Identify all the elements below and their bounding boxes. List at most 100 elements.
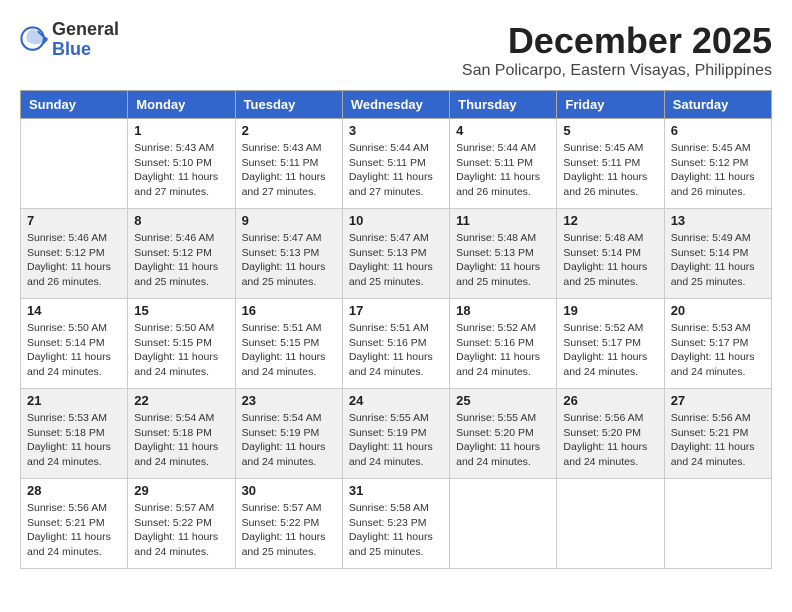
weekday-header-tuesday: Tuesday <box>235 91 342 119</box>
day-number: 20 <box>671 303 765 318</box>
week-row-3: 21 Sunrise: 5:53 AMSunset: 5:18 PMDayligh… <box>21 389 772 479</box>
week-row-2: 14 Sunrise: 5:50 AMSunset: 5:14 PMDayligh… <box>21 299 772 389</box>
calendar-cell: 21 Sunrise: 5:53 AMSunset: 5:18 PMDayligh… <box>21 389 128 479</box>
cell-content: Sunrise: 5:57 AMSunset: 5:22 PMDaylight:… <box>134 501 228 560</box>
day-number: 23 <box>242 393 336 408</box>
calendar-cell: 2Sunrise: 5:43 AMSunset: 5:11 PMDaylight… <box>235 119 342 209</box>
calendar-cell: 13Sunrise: 5:49 AMSunset: 5:14 PMDayligh… <box>664 209 771 299</box>
cell-content: Sunrise: 5:49 AMSunset: 5:14 PMDaylight:… <box>671 231 765 290</box>
day-number: 17 <box>349 303 443 318</box>
cell-content: Sunrise: 5:45 AMSunset: 5:12 PMDaylight:… <box>671 141 765 200</box>
cell-content: Sunrise: 5:55 AMSunset: 5:19 PMDaylight:… <box>349 411 443 470</box>
calendar-cell: 26 Sunrise: 5:56 AMSunset: 5:20 PMDayligh… <box>557 389 664 479</box>
calendar-cell: 9 Sunrise: 5:47 AMSunset: 5:13 PMDaylight… <box>235 209 342 299</box>
cell-content: Sunrise: 5:50 AMSunset: 5:14 PMDaylight:… <box>27 321 121 380</box>
location-title: San Policarpo, Eastern Visayas, Philippi… <box>462 62 772 80</box>
weekday-header-sunday: Sunday <box>21 91 128 119</box>
weekday-header-monday: Monday <box>128 91 235 119</box>
calendar-cell: 7 Sunrise: 5:46 AMSunset: 5:12 PMDaylight… <box>21 209 128 299</box>
calendar-cell: 19Sunrise: 5:52 AMSunset: 5:17 PMDayligh… <box>557 299 664 389</box>
cell-content: Sunrise: 5:54 AMSunset: 5:19 PMDaylight:… <box>242 411 336 470</box>
day-number: 15 <box>134 303 228 318</box>
cell-content: Sunrise: 5:51 AMSunset: 5:16 PMDaylight:… <box>349 321 443 380</box>
calendar-cell: 14 Sunrise: 5:50 AMSunset: 5:14 PMDayligh… <box>21 299 128 389</box>
day-number: 1 <box>134 123 228 138</box>
weekday-header-saturday: Saturday <box>664 91 771 119</box>
day-number: 14 <box>27 303 121 318</box>
calendar-cell: 18Sunrise: 5:52 AMSunset: 5:16 PMDayligh… <box>450 299 557 389</box>
calendar-cell: 15 Sunrise: 5:50 AMSunset: 5:15 PMDayligh… <box>128 299 235 389</box>
weekday-header-row: SundayMondayTuesdayWednesdayThursdayFrid… <box>21 91 772 119</box>
cell-content: Sunrise: 5:43 AMSunset: 5:10 PMDaylight:… <box>134 141 228 200</box>
day-number: 31 <box>349 483 443 498</box>
calendar-cell: 11Sunrise: 5:48 AMSunset: 5:13 PMDayligh… <box>450 209 557 299</box>
week-row-0: 1 Sunrise: 5:43 AMSunset: 5:10 PMDaylight… <box>21 119 772 209</box>
day-number: 10 <box>349 213 443 228</box>
day-number: 25 <box>456 393 550 408</box>
day-number: 30 <box>242 483 336 498</box>
day-number: 4 <box>456 123 550 138</box>
cell-content: Sunrise: 5:47 AMSunset: 5:13 PMDaylight:… <box>242 231 336 290</box>
day-number: 9 <box>242 213 336 228</box>
calendar-cell: 16 Sunrise: 5:51 AMSunset: 5:15 PMDayligh… <box>235 299 342 389</box>
calendar-cell: 8Sunrise: 5:46 AMSunset: 5:12 PMDaylight… <box>128 209 235 299</box>
cell-content: Sunrise: 5:43 AMSunset: 5:11 PMDaylight:… <box>242 141 336 200</box>
day-number: 29 <box>134 483 228 498</box>
cell-content: Sunrise: 5:44 AMSunset: 5:11 PMDaylight:… <box>349 141 443 200</box>
week-row-1: 7 Sunrise: 5:46 AMSunset: 5:12 PMDaylight… <box>21 209 772 299</box>
calendar-cell: 22 Sunrise: 5:54 AMSunset: 5:18 PMDayligh… <box>128 389 235 479</box>
day-number: 22 <box>134 393 228 408</box>
cell-content: Sunrise: 5:47 AMSunset: 5:13 PMDaylight:… <box>349 231 443 290</box>
cell-content: Sunrise: 5:51 AMSunset: 5:15 PMDaylight:… <box>242 321 336 380</box>
calendar-cell <box>21 119 128 209</box>
cell-content: Sunrise: 5:57 AMSunset: 5:22 PMDaylight:… <box>242 501 336 560</box>
cell-content: Sunrise: 5:55 AMSunset: 5:20 PMDaylight:… <box>456 411 550 470</box>
logo-line1: General <box>52 20 119 40</box>
day-number: 27 <box>671 393 765 408</box>
logo-icon <box>20 26 48 54</box>
weekday-header-friday: Friday <box>557 91 664 119</box>
cell-content: Sunrise: 5:53 AMSunset: 5:18 PMDaylight:… <box>27 411 121 470</box>
day-number: 8 <box>134 213 228 228</box>
day-number: 5 <box>563 123 657 138</box>
day-number: 26 <box>563 393 657 408</box>
calendar-cell: 31 Sunrise: 5:58 AMSunset: 5:23 PMDayligh… <box>342 479 449 569</box>
calendar-table: SundayMondayTuesdayWednesdayThursdayFrid… <box>20 90 772 569</box>
cell-content: Sunrise: 5:45 AMSunset: 5:11 PMDaylight:… <box>563 141 657 200</box>
calendar-cell: 12 Sunrise: 5:48 AMSunset: 5:14 PMDayligh… <box>557 209 664 299</box>
cell-content: Sunrise: 5:48 AMSunset: 5:14 PMDaylight:… <box>563 231 657 290</box>
calendar-cell: 3Sunrise: 5:44 AMSunset: 5:11 PMDaylight… <box>342 119 449 209</box>
calendar-cell: 4 Sunrise: 5:44 AMSunset: 5:11 PMDaylight… <box>450 119 557 209</box>
cell-content: Sunrise: 5:53 AMSunset: 5:17 PMDaylight:… <box>671 321 765 380</box>
cell-content: Sunrise: 5:54 AMSunset: 5:18 PMDaylight:… <box>134 411 228 470</box>
calendar-cell: 10 Sunrise: 5:47 AMSunset: 5:13 PMDayligh… <box>342 209 449 299</box>
day-number: 16 <box>242 303 336 318</box>
calendar-cell: 28Sunrise: 5:56 AMSunset: 5:21 PMDayligh… <box>21 479 128 569</box>
calendar-cell: 23 Sunrise: 5:54 AMSunset: 5:19 PMDayligh… <box>235 389 342 479</box>
calendar-cell: 27Sunrise: 5:56 AMSunset: 5:21 PMDayligh… <box>664 389 771 479</box>
calendar-cell <box>450 479 557 569</box>
day-number: 12 <box>563 213 657 228</box>
cell-content: Sunrise: 5:46 AMSunset: 5:12 PMDaylight:… <box>27 231 121 290</box>
logo-text: General Blue <box>52 20 119 60</box>
calendar-cell: 29 Sunrise: 5:57 AMSunset: 5:22 PMDayligh… <box>128 479 235 569</box>
calendar-cell: 6Sunrise: 5:45 AMSunset: 5:12 PMDaylight… <box>664 119 771 209</box>
day-number: 19 <box>563 303 657 318</box>
weekday-header-thursday: Thursday <box>450 91 557 119</box>
day-number: 18 <box>456 303 550 318</box>
calendar-cell: 20 Sunrise: 5:53 AMSunset: 5:17 PMDayligh… <box>664 299 771 389</box>
cell-content: Sunrise: 5:58 AMSunset: 5:23 PMDaylight:… <box>349 501 443 560</box>
cell-content: Sunrise: 5:50 AMSunset: 5:15 PMDaylight:… <box>134 321 228 380</box>
day-number: 7 <box>27 213 121 228</box>
cell-content: Sunrise: 5:56 AMSunset: 5:20 PMDaylight:… <box>563 411 657 470</box>
cell-content: Sunrise: 5:56 AMSunset: 5:21 PMDaylight:… <box>27 501 121 560</box>
logo-line2: Blue <box>52 40 119 60</box>
logo: General Blue <box>20 20 119 60</box>
day-number: 24 <box>349 393 443 408</box>
calendar-cell: 24 Sunrise: 5:55 AMSunset: 5:19 PMDayligh… <box>342 389 449 479</box>
day-number: 21 <box>27 393 121 408</box>
calendar-cell: 17 Sunrise: 5:51 AMSunset: 5:16 PMDayligh… <box>342 299 449 389</box>
calendar-cell: 30 Sunrise: 5:57 AMSunset: 5:22 PMDayligh… <box>235 479 342 569</box>
cell-content: Sunrise: 5:44 AMSunset: 5:11 PMDaylight:… <box>456 141 550 200</box>
calendar-cell <box>664 479 771 569</box>
